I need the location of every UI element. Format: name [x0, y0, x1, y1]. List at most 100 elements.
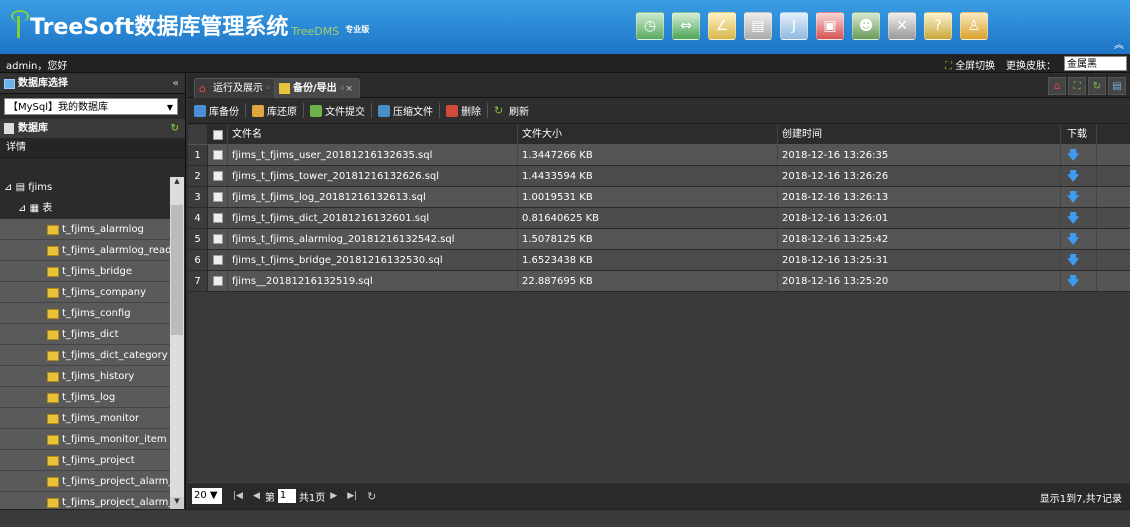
tree-db-node[interactable]: ⊿ ▤ fjims: [0, 177, 170, 198]
collapse-panel-button[interactable]: «: [173, 74, 179, 94]
download-arrow-icon[interactable]: 🡇: [1067, 232, 1079, 246]
prev-page-icon[interactable]: ◀: [253, 491, 260, 501]
row-checkbox[interactable]: [208, 271, 228, 291]
scroll-thumb[interactable]: [171, 205, 183, 335]
row-checkbox[interactable]: [208, 166, 228, 186]
page-input[interactable]: 1: [277, 489, 296, 503]
tree-table-item[interactable]: t_fjims_bridge: [0, 261, 170, 282]
download-arrow-icon[interactable]: 🡇: [1067, 274, 1079, 288]
tree-table-item[interactable]: t_fjims_project_alarm_: [0, 471, 170, 492]
download-cell[interactable]: 🡇: [1061, 187, 1097, 207]
tree-table-item[interactable]: t_fjims_company: [0, 282, 170, 303]
table-row[interactable]: 5 fjims_t_fjims_alarmlog_20181216132542.s…: [188, 229, 1130, 250]
table-row[interactable]: 1 fjims_t_fjims_user_20181216132635.sql 1.…: [188, 145, 1130, 166]
db-tree: ⊿ ▤ fjims ⊿ ▦ 表 t_fjims_alarmlog t_fjims_…: [0, 177, 170, 509]
download-cell[interactable]: 🡇: [1061, 145, 1097, 165]
file-grid: 文件名 文件大小 创建时间 下载 1 fjims_t_fjims_user_201…: [188, 125, 1130, 482]
download-arrow-icon[interactable]: 🡇: [1067, 190, 1079, 204]
row-number: 7: [188, 271, 208, 291]
submit-file-button[interactable]: 文件提交: [310, 103, 372, 118]
refresh-icon[interactable]: ↻: [1088, 77, 1106, 95]
download-arrow-icon[interactable]: 🡇: [1067, 211, 1079, 225]
reload-icon[interactable]: ↻: [367, 490, 376, 503]
header-filesize[interactable]: 文件大小: [518, 125, 778, 144]
tab-close-icon[interactable]: ◦×: [340, 84, 353, 94]
restore-button[interactable]: 库还原: [252, 103, 304, 118]
log-icon[interactable]: ▣: [816, 12, 844, 40]
row-checkbox[interactable]: [208, 229, 228, 249]
tree-table-item[interactable]: t_fjims_alarmlog_read: [0, 240, 170, 261]
refresh-button[interactable]: ↻ 刷新: [494, 103, 535, 118]
tree-table-item[interactable]: t_fjims_log: [0, 387, 170, 408]
chart-icon[interactable]: ∠: [708, 12, 736, 40]
scroll-down-icon[interactable]: ▼: [170, 497, 184, 509]
download-cell[interactable]: 🡇: [1061, 271, 1097, 291]
download-cell[interactable]: 🡇: [1061, 208, 1097, 228]
first-page-icon[interactable]: |◀: [233, 491, 243, 501]
table-row[interactable]: 2 fjims_t_fjims_tower_20181216132626.sql 1…: [188, 166, 1130, 187]
tab-close-icon[interactable]: ◦: [266, 84, 271, 94]
database-select[interactable]: 【MySql】我的数据库 ▼: [4, 98, 178, 115]
file-name-cell: fjims_t_fjims_log_20181216132613.sql: [228, 187, 518, 207]
page-size-select[interactable]: 20 ▼: [192, 488, 222, 504]
download-arrow-icon[interactable]: 🡇: [1067, 169, 1079, 183]
clock-icon[interactable]: ◷: [636, 12, 664, 40]
user-icon[interactable]: ☻: [852, 12, 880, 40]
table-row[interactable]: 7 fjims__20181216132519.sql 22.887695 KB 20…: [188, 271, 1130, 292]
tree-table-item[interactable]: t_fjims_dict: [0, 324, 170, 345]
download-cell[interactable]: 🡇: [1061, 250, 1097, 270]
tab-backup-export[interactable]: 备份/导出 ◦×: [274, 78, 360, 98]
refresh-icon[interactable]: ↻: [171, 119, 179, 138]
table-row[interactable]: 6 fjims_t_fjims_bridge_20181216132530.sql…: [188, 250, 1130, 271]
delete-button[interactable]: 删除: [446, 103, 488, 118]
download-cell[interactable]: 🡇: [1061, 229, 1097, 249]
tree-table-item[interactable]: t_fjims_project_alarm_: [0, 492, 170, 509]
next-page-icon[interactable]: ▶: [330, 491, 337, 501]
tree-table-item[interactable]: t_fjims_history: [0, 366, 170, 387]
tree-table-item[interactable]: t_fjims_dict_category: [0, 345, 170, 366]
select-all-checkbox[interactable]: [208, 125, 228, 144]
tree-expand-icon[interactable]: ⊿: [18, 203, 30, 214]
tree-table-item[interactable]: t_fjims_config: [0, 303, 170, 324]
tab-run-display[interactable]: ⌂ 运行及展示 ◦: [194, 78, 279, 98]
table-row[interactable]: 4 fjims_t_fjims_dict_20181216132601.sql 0.…: [188, 208, 1130, 229]
skin-select[interactable]: 金属黑: [1064, 56, 1127, 71]
person-icon[interactable]: ♙: [960, 12, 988, 40]
home-icon[interactable]: ⌂: [1048, 77, 1066, 95]
header-filename[interactable]: 文件名: [228, 125, 518, 144]
download-arrow-icon[interactable]: 🡇: [1067, 148, 1079, 162]
row-checkbox[interactable]: [208, 145, 228, 165]
header-created[interactable]: 创建时间: [778, 125, 1061, 144]
row-checkbox[interactable]: [208, 250, 228, 270]
tree-table-item[interactable]: t_fjims_project: [0, 450, 170, 471]
last-page-icon[interactable]: ▶|: [347, 491, 357, 501]
table-icon[interactable]: ▤: [744, 12, 772, 40]
row-checkbox[interactable]: [208, 187, 228, 207]
tools-icon[interactable]: ✕: [888, 12, 916, 40]
tree-table-item[interactable]: t_fjims_alarmlog: [0, 219, 170, 240]
window-icon[interactable]: ▤: [1108, 77, 1126, 95]
tree-expand-icon[interactable]: ⊿: [4, 182, 16, 193]
database-icon: ▤: [15, 182, 29, 193]
tree-logo-icon: [10, 10, 29, 38]
key-icon[interactable]: ?: [924, 12, 952, 40]
download-arrow-icon[interactable]: 🡇: [1067, 253, 1079, 267]
j-icon[interactable]: J: [780, 12, 808, 40]
scroll-up-icon[interactable]: ▲: [170, 177, 184, 189]
database-section-header: 数据库 ↻: [0, 119, 185, 138]
tree-scrollbar[interactable]: ▲ ▼: [170, 177, 184, 509]
fullscreen-icon[interactable]: ⛶: [1068, 77, 1086, 95]
transfer-icon[interactable]: ⇔: [672, 12, 700, 40]
backup-button[interactable]: 库备份: [194, 103, 246, 118]
table-row[interactable]: 3 fjims_t_fjims_log_20181216132613.sql 1.0…: [188, 187, 1130, 208]
tree-folder-node[interactable]: ⊿ ▦ 表: [0, 198, 170, 219]
fullscreen-button[interactable]: ⛶ 全屏切换: [945, 57, 995, 72]
detail-row[interactable]: 详情: [0, 138, 185, 158]
tree-table-item[interactable]: t_fjims_monitor: [0, 408, 170, 429]
row-checkbox[interactable]: [208, 208, 228, 228]
tree-table-item[interactable]: t_fjims_monitor_item: [0, 429, 170, 450]
download-cell[interactable]: 🡇: [1061, 166, 1097, 186]
header-download[interactable]: 下载: [1061, 125, 1097, 144]
collapse-header-icon[interactable]: ︽: [1114, 36, 1124, 51]
compress-button[interactable]: 压缩文件: [378, 103, 440, 118]
